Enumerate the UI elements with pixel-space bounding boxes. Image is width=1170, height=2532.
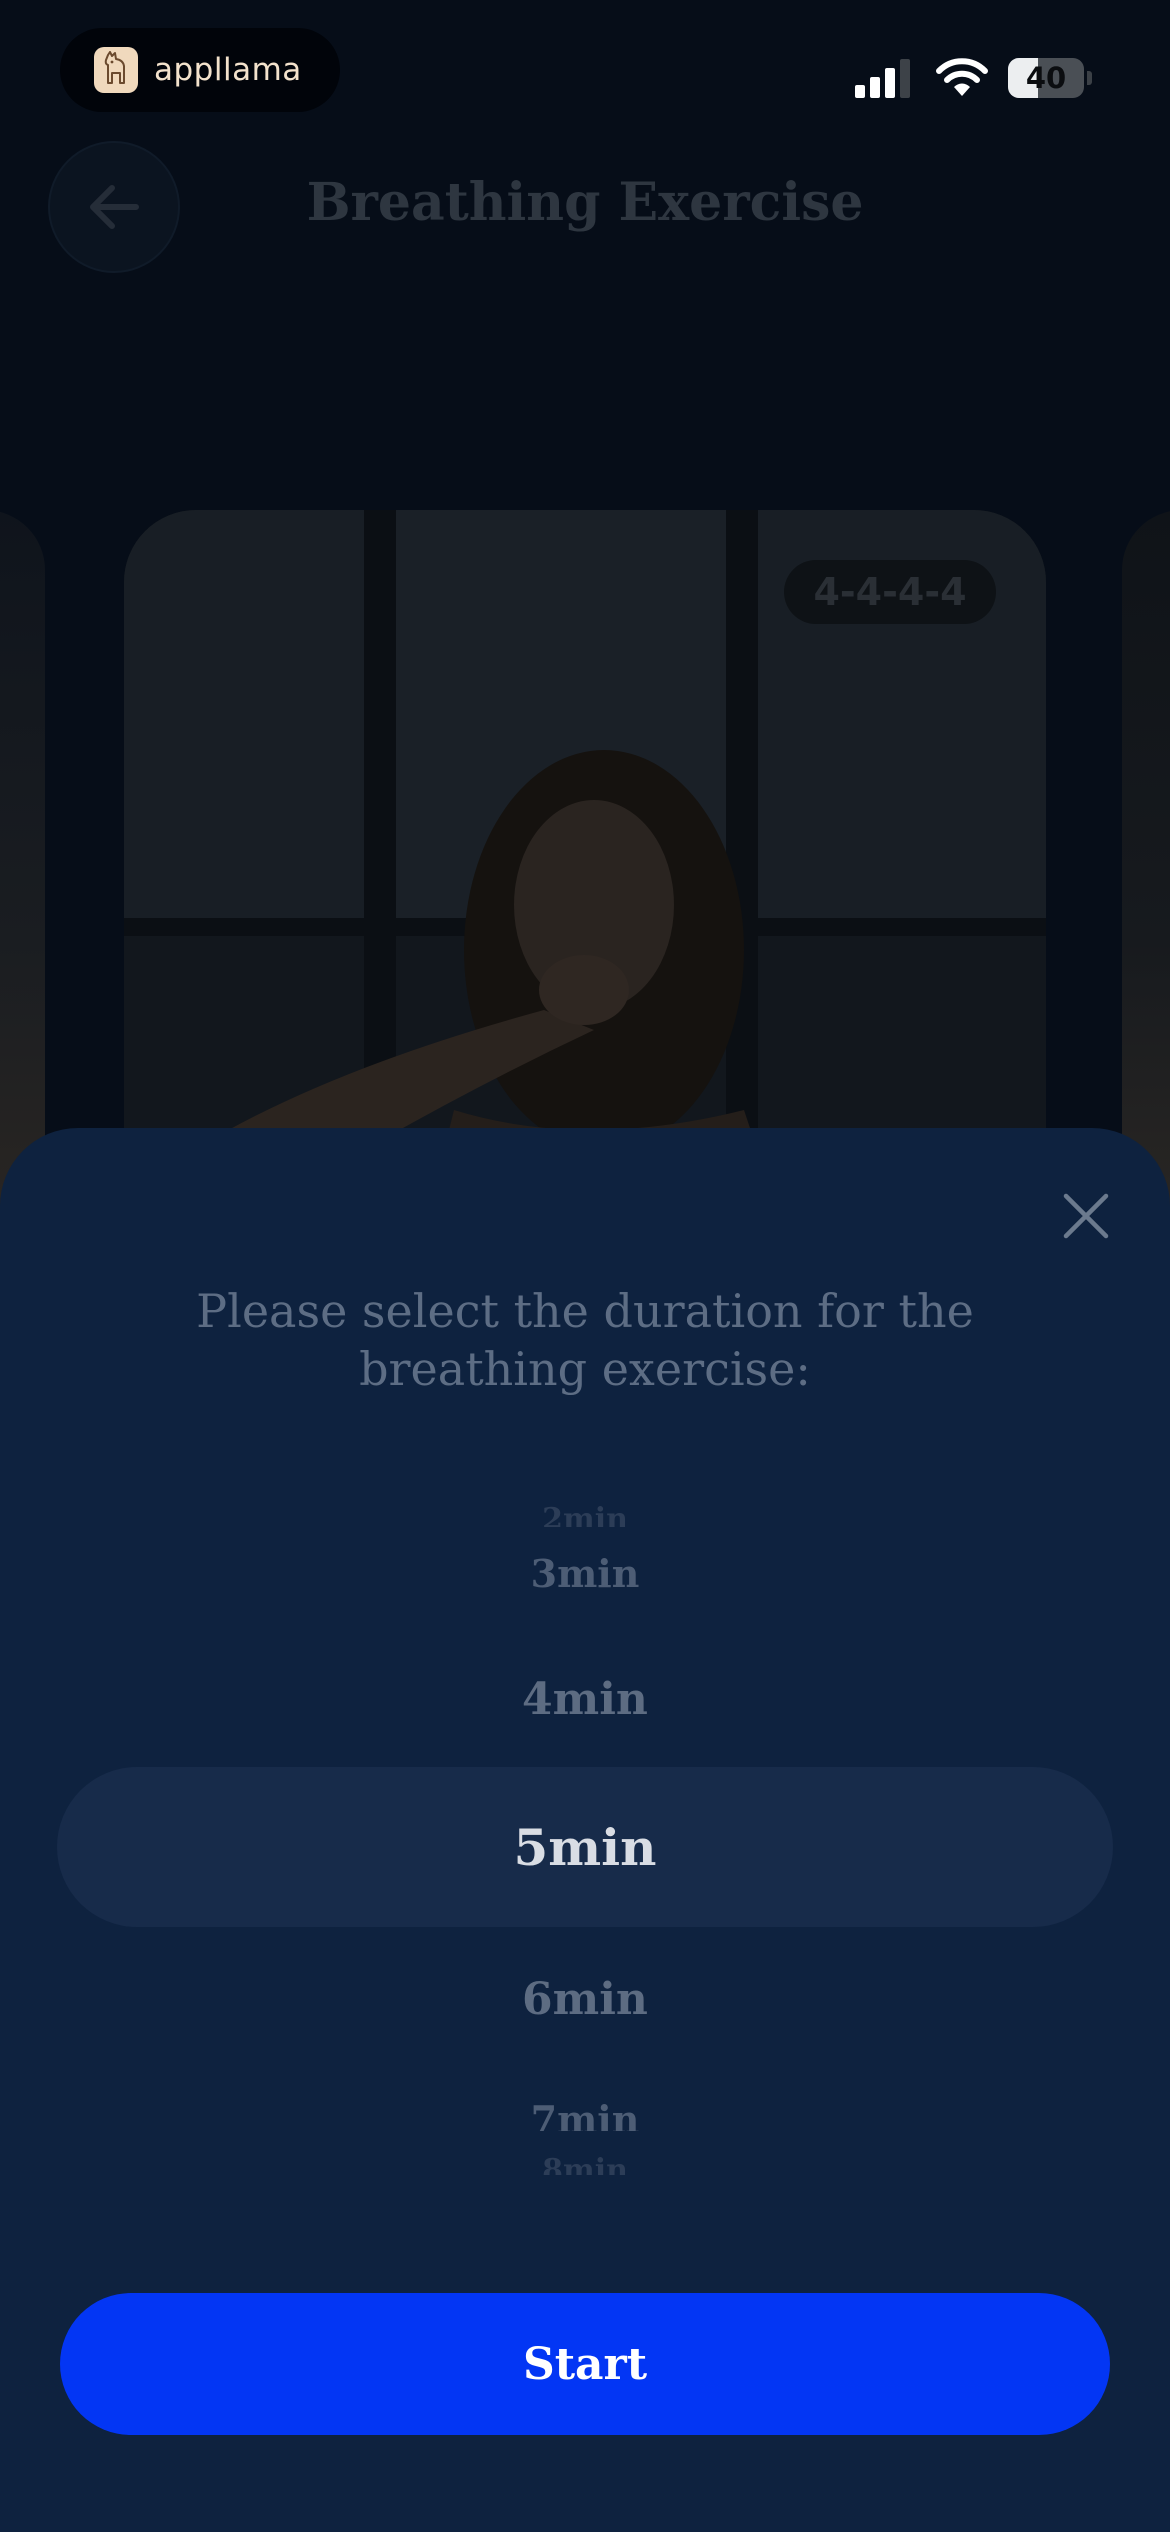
battery-icon: 40 [1008,58,1084,98]
page-title: Breathing Exercise [306,172,864,233]
breathing-pattern-badge: 4-4-4-4 [784,560,996,624]
picker-option[interactable]: 2min [0,1505,1170,1527]
picker-option[interactable]: 8min [0,2153,1170,2175]
previous-exercise-card[interactable] [0,510,45,1230]
status-bar: appllama 40 [0,0,1170,140]
battery-cap [1087,71,1092,85]
duration-prompt: Please select the duration for the breat… [196,1284,974,1396]
cellular-signal-icon [855,59,910,98]
battery-level: 40 [1025,61,1067,95]
start-button[interactable]: Start [60,2293,1110,2435]
picker-option[interactable]: 4min [0,1665,1170,1735]
close-button[interactable] [1050,1180,1122,1252]
llama-icon [94,47,138,93]
exercise-card[interactable]: 4-4-4-4 [124,510,1046,1230]
screen: appllama 40 Breathing Exercise 4-4-4-4 P… [0,0,1170,2532]
picker-option[interactable]: 6min [0,1965,1170,2035]
close-icon [1063,1193,1109,1239]
picker-option-selected[interactable]: 5min [0,1810,1170,1886]
wifi-icon [936,58,988,96]
app-name: appllama [154,52,302,88]
app-indicator[interactable]: appllama [60,28,340,112]
picker-option[interactable]: 7min [0,2095,1170,2131]
next-exercise-card[interactable] [1122,510,1170,1230]
picker-option[interactable]: 3min [0,1549,1170,1593]
duration-picker[interactable]: 2min 3min 4min 5min 6min 7min 8min [0,1505,1170,2175]
